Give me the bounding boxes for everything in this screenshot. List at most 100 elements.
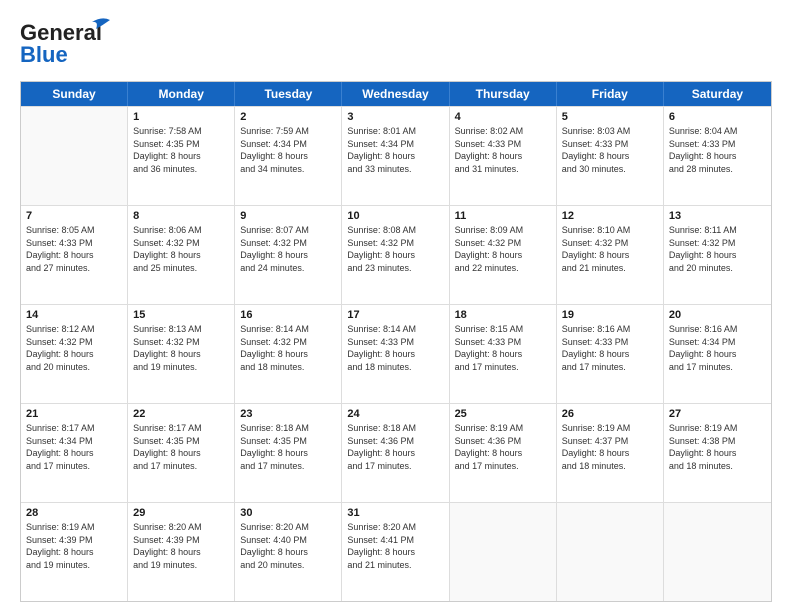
day-number: 30 <box>240 507 336 519</box>
calendar-header-cell: Wednesday <box>342 82 449 106</box>
cell-info: Sunrise: 8:19 AMSunset: 4:39 PMDaylight:… <box>26 521 122 571</box>
cell-info: Sunrise: 8:14 AMSunset: 4:33 PMDaylight:… <box>347 323 443 373</box>
cell-info: Sunrise: 8:11 AMSunset: 4:32 PMDaylight:… <box>669 224 766 274</box>
cell-info: Sunrise: 8:07 AMSunset: 4:32 PMDaylight:… <box>240 224 336 274</box>
day-number: 4 <box>455 111 551 123</box>
calendar-cell: 1 Sunrise: 7:58 AMSunset: 4:35 PMDaylight… <box>128 107 235 205</box>
cell-info: Sunrise: 7:59 AMSunset: 4:34 PMDaylight:… <box>240 125 336 175</box>
calendar-cell: 28 Sunrise: 8:19 AMSunset: 4:39 PMDayligh… <box>21 503 128 601</box>
calendar-week: 1 Sunrise: 7:58 AMSunset: 4:35 PMDaylight… <box>21 106 771 205</box>
calendar-cell: 12 Sunrise: 8:10 AMSunset: 4:32 PMDayligh… <box>557 206 664 304</box>
day-number: 7 <box>26 210 122 222</box>
day-number: 28 <box>26 507 122 519</box>
day-number: 31 <box>347 507 443 519</box>
calendar-cell: 18Sunrise: 8:15 AMSunset: 4:33 PMDayligh… <box>450 305 557 403</box>
day-number: 3 <box>347 111 443 123</box>
calendar-cell: 6 Sunrise: 8:04 AMSunset: 4:33 PMDaylight… <box>664 107 771 205</box>
calendar-header-cell: Tuesday <box>235 82 342 106</box>
cell-info: Sunrise: 8:18 AMSunset: 4:36 PMDaylight:… <box>347 422 443 472</box>
calendar: SundayMondayTuesdayWednesdayThursdayFrid… <box>20 81 772 602</box>
calendar-cell: 17 Sunrise: 8:14 AMSunset: 4:33 PMDayligh… <box>342 305 449 403</box>
calendar-cell: 21 Sunrise: 8:17 AMSunset: 4:34 PMDayligh… <box>21 404 128 502</box>
cell-info: Sunrise: 8:18 AMSunset: 4:35 PMDaylight:… <box>240 422 336 472</box>
day-number: 29 <box>133 507 229 519</box>
calendar-header-cell: Sunday <box>21 82 128 106</box>
day-number: 12 <box>562 210 658 222</box>
cell-info: Sunrise: 8:13 AMSunset: 4:32 PMDaylight:… <box>133 323 229 373</box>
day-number: 22 <box>133 408 229 420</box>
calendar-cell: 15Sunrise: 8:13 AMSunset: 4:32 PMDayligh… <box>128 305 235 403</box>
cell-info: Sunrise: 7:58 AMSunset: 4:35 PMDaylight:… <box>133 125 229 175</box>
day-number: 16 <box>240 309 336 321</box>
cell-info: Sunrise: 8:20 AMSunset: 4:41 PMDaylight:… <box>347 521 443 571</box>
calendar-cell: 31 Sunrise: 8:20 AMSunset: 4:41 PMDayligh… <box>342 503 449 601</box>
cell-info: Sunrise: 8:02 AMSunset: 4:33 PMDaylight:… <box>455 125 551 175</box>
calendar-week: 21 Sunrise: 8:17 AMSunset: 4:34 PMDayligh… <box>21 403 771 502</box>
calendar-cell: 25 Sunrise: 8:19 AMSunset: 4:36 PMDayligh… <box>450 404 557 502</box>
calendar-header-cell: Friday <box>557 82 664 106</box>
logo-inner: GeneralBlue <box>20 16 130 71</box>
day-number: 23 <box>240 408 336 420</box>
day-number: 19 <box>562 309 658 321</box>
cell-info: Sunrise: 8:20 AMSunset: 4:40 PMDaylight:… <box>240 521 336 571</box>
calendar-cell: 7 Sunrise: 8:05 AMSunset: 4:33 PMDaylight… <box>21 206 128 304</box>
cell-info: Sunrise: 8:20 AMSunset: 4:39 PMDaylight:… <box>133 521 229 571</box>
day-number: 10 <box>347 210 443 222</box>
svg-text:Blue: Blue <box>20 42 68 67</box>
cell-info: Sunrise: 8:09 AMSunset: 4:32 PMDaylight:… <box>455 224 551 274</box>
day-number: 24 <box>347 408 443 420</box>
cell-info: Sunrise: 8:05 AMSunset: 4:33 PMDaylight:… <box>26 224 122 274</box>
calendar-cell: 13 Sunrise: 8:11 AMSunset: 4:32 PMDayligh… <box>664 206 771 304</box>
day-number: 26 <box>562 408 658 420</box>
calendar-cell: 24 Sunrise: 8:18 AMSunset: 4:36 PMDayligh… <box>342 404 449 502</box>
cell-info: Sunrise: 8:08 AMSunset: 4:32 PMDaylight:… <box>347 224 443 274</box>
cell-info: Sunrise: 8:17 AMSunset: 4:34 PMDaylight:… <box>26 422 122 472</box>
logo-svg: GeneralBlue <box>20 16 130 71</box>
calendar-cell: 4 Sunrise: 8:02 AMSunset: 4:33 PMDaylight… <box>450 107 557 205</box>
calendar-header-cell: Monday <box>128 82 235 106</box>
cell-info: Sunrise: 8:15 AMSunset: 4:33 PMDaylight:… <box>455 323 551 373</box>
calendar-cell <box>664 503 771 601</box>
calendar-header-cell: Thursday <box>450 82 557 106</box>
day-number: 21 <box>26 408 122 420</box>
cell-info: Sunrise: 8:19 AMSunset: 4:38 PMDaylight:… <box>669 422 766 472</box>
header: GeneralBlue <box>20 16 772 71</box>
day-number: 25 <box>455 408 551 420</box>
calendar-cell: 27Sunrise: 8:19 AMSunset: 4:38 PMDayligh… <box>664 404 771 502</box>
calendar-cell <box>450 503 557 601</box>
calendar-week: 14Sunrise: 8:12 AMSunset: 4:32 PMDayligh… <box>21 304 771 403</box>
calendar-cell <box>557 503 664 601</box>
day-number: 13 <box>669 210 766 222</box>
cell-info: Sunrise: 8:19 AMSunset: 4:36 PMDaylight:… <box>455 422 551 472</box>
cell-info: Sunrise: 8:01 AMSunset: 4:34 PMDaylight:… <box>347 125 443 175</box>
day-number: 14 <box>26 309 122 321</box>
cell-info: Sunrise: 8:04 AMSunset: 4:33 PMDaylight:… <box>669 125 766 175</box>
day-number: 5 <box>562 111 658 123</box>
calendar-cell: 30 Sunrise: 8:20 AMSunset: 4:40 PMDayligh… <box>235 503 342 601</box>
calendar-cell: 29 Sunrise: 8:20 AMSunset: 4:39 PMDayligh… <box>128 503 235 601</box>
calendar-cell: 5 Sunrise: 8:03 AMSunset: 4:33 PMDaylight… <box>557 107 664 205</box>
day-number: 6 <box>669 111 766 123</box>
day-number: 11 <box>455 210 551 222</box>
calendar-cell: 2Sunrise: 7:59 AMSunset: 4:34 PMDaylight… <box>235 107 342 205</box>
calendar-header: SundayMondayTuesdayWednesdayThursdayFrid… <box>21 82 771 106</box>
calendar-cell <box>21 107 128 205</box>
cell-info: Sunrise: 8:06 AMSunset: 4:32 PMDaylight:… <box>133 224 229 274</box>
cell-info: Sunrise: 8:10 AMSunset: 4:32 PMDaylight:… <box>562 224 658 274</box>
calendar-cell: 8 Sunrise: 8:06 AMSunset: 4:32 PMDaylight… <box>128 206 235 304</box>
day-number: 1 <box>133 111 229 123</box>
calendar-header-cell: Saturday <box>664 82 771 106</box>
cell-info: Sunrise: 8:19 AMSunset: 4:37 PMDaylight:… <box>562 422 658 472</box>
cell-info: Sunrise: 8:16 AMSunset: 4:34 PMDaylight:… <box>669 323 766 373</box>
day-number: 17 <box>347 309 443 321</box>
calendar-cell: 20Sunrise: 8:16 AMSunset: 4:34 PMDayligh… <box>664 305 771 403</box>
day-number: 8 <box>133 210 229 222</box>
calendar-cell: 26 Sunrise: 8:19 AMSunset: 4:37 PMDayligh… <box>557 404 664 502</box>
cell-info: Sunrise: 8:03 AMSunset: 4:33 PMDaylight:… <box>562 125 658 175</box>
calendar-week: 7 Sunrise: 8:05 AMSunset: 4:33 PMDaylight… <box>21 205 771 304</box>
calendar-cell: 19 Sunrise: 8:16 AMSunset: 4:33 PMDayligh… <box>557 305 664 403</box>
page: GeneralBlue SundayMondayTuesdayWednesday… <box>0 0 792 612</box>
calendar-cell: 9Sunrise: 8:07 AMSunset: 4:32 PMDaylight… <box>235 206 342 304</box>
cell-info: Sunrise: 8:16 AMSunset: 4:33 PMDaylight:… <box>562 323 658 373</box>
calendar-cell: 16Sunrise: 8:14 AMSunset: 4:32 PMDayligh… <box>235 305 342 403</box>
